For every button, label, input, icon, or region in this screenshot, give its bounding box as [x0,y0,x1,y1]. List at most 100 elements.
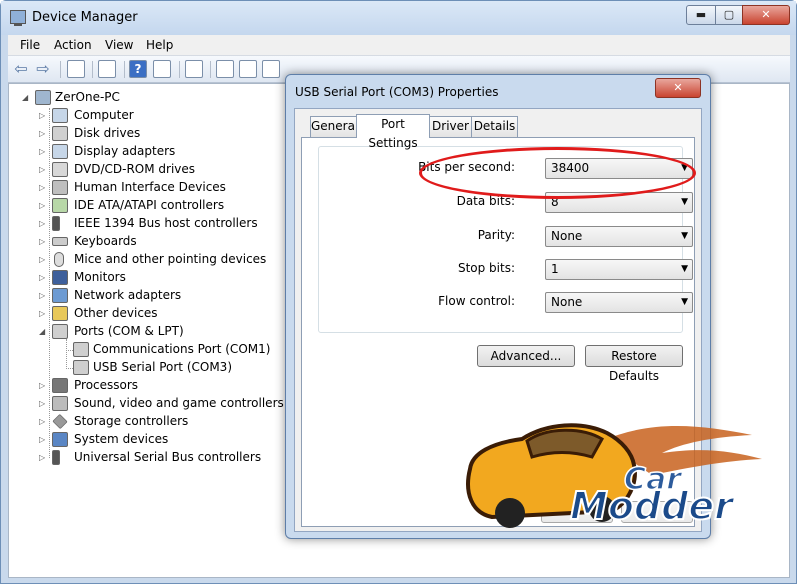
console-icon[interactable] [153,60,171,78]
port-icon [73,342,89,357]
tree-item-sound-video[interactable]: ▷ Sound, video and game controllers [39,395,284,413]
tree-item-com1[interactable]: Communications Port (COM1) [73,341,293,359]
tree-item-label: Keyboards [74,234,137,248]
tree-root-node[interactable]: ◢ ZerOne-PC [22,89,142,107]
parity-value: None [551,229,583,243]
tree-item-label: Display adapters [74,144,176,158]
close-button[interactable]: ✕ [742,5,790,25]
computer-icon [35,90,51,105]
tree-item-hid[interactable]: ▷ Human Interface Devices [39,179,239,197]
expand-arrow-icon[interactable]: ▷ [39,291,47,300]
maximize-button[interactable]: ▢ [715,5,743,25]
network-adapter-icon [52,288,68,303]
ide-controller-icon [52,198,68,213]
tree-item-label: Ports (COM & LPT) [74,324,184,338]
tree-item-disk-drives[interactable]: ▷ Disk drives [39,125,239,143]
tree-item-label: IEEE 1394 Bus host controllers [74,216,258,230]
tab-driver[interactable]: Driver [429,116,472,137]
menu-file[interactable]: File [20,38,40,52]
expand-arrow-icon[interactable]: ▷ [39,111,47,120]
tree-item-ports[interactable]: ◢ Ports (COM & LPT) [39,323,239,341]
expand-arrow-icon[interactable]: ▷ [39,129,47,138]
tree-item-storage-controllers[interactable]: ▷ Storage controllers [39,413,239,431]
tab-port-settings[interactable]: Port Settings [356,114,430,150]
tree-item-usb-controllers[interactable]: ▷ Universal Serial Bus controllers [39,449,269,467]
tree-item-label: Mice and other pointing devices [74,252,267,266]
menu-help[interactable]: Help [146,38,173,52]
tree-item-keyboards[interactable]: ▷ Keyboards [39,233,239,251]
menu-view[interactable]: View [105,38,133,52]
highlight-ellipse [419,147,696,199]
dialog-title: USB Serial Port (COM3) Properties [295,85,499,99]
tree-item-label: Computer [74,108,134,122]
back-arrow-icon[interactable]: ⇦ [12,60,30,78]
tree-item-dvd-drives[interactable]: ▷ DVD/CD-ROM drives [39,161,239,179]
expand-arrow-icon[interactable]: ▷ [39,381,47,390]
tree-item-network-adapters[interactable]: ▷ Network adapters [39,287,239,305]
tree-item-other-devices[interactable]: ▷ Other devices [39,305,239,323]
tree-item-label: IDE ATA/ATAPI controllers [74,198,225,212]
menu-action[interactable]: Action [54,38,92,52]
collapse-arrow-icon[interactable]: ◢ [39,327,47,336]
stop-bits-combo[interactable]: 1 ▼ [545,259,693,280]
port-icon [73,360,89,375]
flow-control-value: None [551,295,583,309]
tree-item-system-devices[interactable]: ▷ System devices [39,431,239,449]
minimize-button[interactable]: ▬ [686,5,716,25]
expand-arrow-icon[interactable]: ▷ [39,255,47,264]
tree-item-processors[interactable]: ▷ Processors [39,377,239,395]
expand-arrow-icon[interactable]: ▷ [39,309,47,318]
tree-item-label: System devices [74,432,169,446]
tree-item-label: Network adapters [74,288,182,302]
tree-item-label: Universal Serial Bus controllers [74,450,262,464]
toolbar-separator [124,61,125,78]
dropdown-arrow-icon: ▼ [681,297,688,307]
advanced-button[interactable]: Advanced... [477,345,575,367]
help-icon[interactable]: ? [129,60,147,78]
ieee1394-icon [52,216,60,231]
system-device-icon [52,432,68,447]
toolbar-separator [210,61,211,78]
collapse-arrow-icon[interactable]: ◢ [22,93,30,102]
restore-defaults-button[interactable]: Restore Defaults [585,345,683,383]
tree-root-label: ZerOne-PC [55,90,120,104]
tree-item-computer[interactable]: ▷ Computer [39,107,239,125]
expand-arrow-icon[interactable]: ▷ [39,165,47,174]
expand-arrow-icon[interactable]: ▷ [39,183,47,192]
parity-label: Parity: [477,228,515,242]
dialog-close-button[interactable]: ✕ [655,78,701,98]
disk-drive-icon [52,126,68,141]
expand-arrow-icon[interactable]: ▷ [39,219,47,228]
tab-details[interactable]: Details [471,116,518,137]
tree-item-monitors[interactable]: ▷ Monitors [39,269,239,287]
forward-arrow-icon[interactable]: ⇨ [34,60,52,78]
tree-item-com3[interactable]: USB Serial Port (COM3) [73,359,293,377]
wheel-icon [495,498,525,528]
expand-arrow-icon[interactable]: ▷ [39,201,47,210]
disable-device-icon[interactable] [262,60,280,78]
expand-arrow-icon[interactable]: ▷ [39,273,47,282]
show-hide-console-tree-icon[interactable] [67,60,85,78]
expand-arrow-icon[interactable]: ▷ [39,147,47,156]
toolbar-separator [92,61,93,78]
parity-combo[interactable]: None ▼ [545,226,693,247]
expand-arrow-icon[interactable]: ▷ [39,417,47,426]
flow-control-combo[interactable]: None ▼ [545,292,693,313]
menu-bar: File Action View Help [8,35,790,56]
update-driver-icon[interactable] [216,60,234,78]
scan-hardware-icon[interactable] [185,60,203,78]
tree-item-ieee1394[interactable]: ▷ IEEE 1394 Bus host controllers [39,215,259,233]
tree-item-label: USB Serial Port (COM3) [93,360,232,374]
tree-item-mice[interactable]: ▷ Mice and other pointing devices [39,251,269,269]
tab-general[interactable]: General [310,116,358,137]
dvd-drive-icon [52,162,68,177]
expand-arrow-icon[interactable]: ▷ [39,237,47,246]
uninstall-device-icon[interactable] [239,60,257,78]
properties-icon[interactable] [98,60,116,78]
tree-item-ide-ata[interactable]: ▷ IDE ATA/ATAPI controllers [39,197,239,215]
expand-arrow-icon[interactable]: ▷ [39,453,47,462]
expand-arrow-icon[interactable]: ▷ [39,435,47,444]
expand-arrow-icon[interactable]: ▷ [39,399,47,408]
carmodder-logo: Car Modder [466,423,762,529]
tree-item-display-adapters[interactable]: ▷ Display adapters [39,143,239,161]
